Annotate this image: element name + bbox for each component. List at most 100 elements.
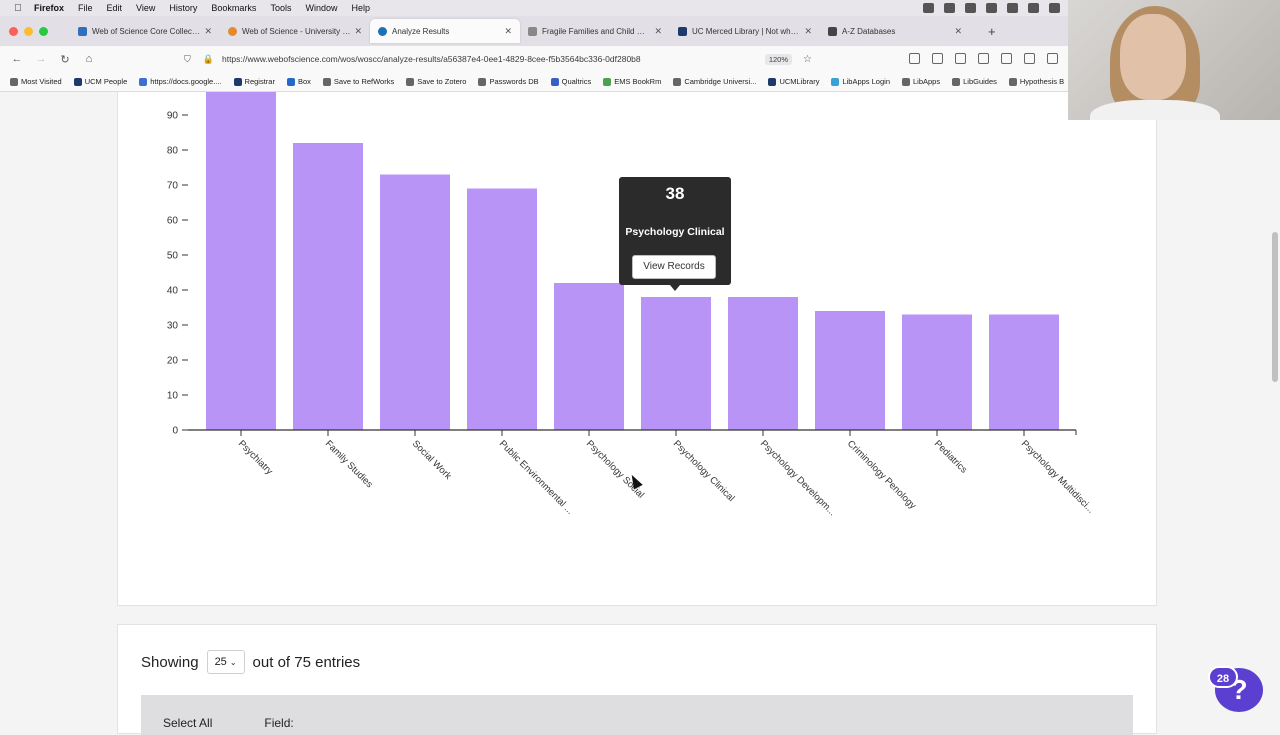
bookmark-star-icon[interactable]: ☆ <box>803 54 812 65</box>
tray-icon[interactable] <box>923 3 934 13</box>
bookmark-favicon-icon <box>673 77 682 86</box>
close-tab-icon[interactable]: ✕ <box>654 26 662 37</box>
page-scrollbar[interactable] <box>1272 232 1278 382</box>
bar-1[interactable] <box>206 92 276 430</box>
bookmark-item[interactable]: Hypothesis B <box>1008 77 1064 86</box>
bookmark-label: Save to Zotero <box>417 77 467 86</box>
view-records-button[interactable]: View Records <box>632 255 716 279</box>
address-bar[interactable]: ⛉ 🔒 https://www.webofscience.com/wos/wos… <box>180 50 820 68</box>
bookmark-item[interactable]: UCMLibrary <box>768 77 819 86</box>
bookmark-item[interactable]: LibGuides <box>952 77 997 86</box>
close-tab-icon[interactable]: ✕ <box>204 26 212 37</box>
bar-10[interactable] <box>989 314 1059 431</box>
sidebar-icon[interactable] <box>955 53 966 64</box>
tab-analyze-results[interactable]: Analyze Results ✕ <box>370 19 520 43</box>
x-tick-label: Pediatrics <box>932 438 969 475</box>
tab-az-databases[interactable]: A-Z Databases ✕ <box>820 19 970 43</box>
close-tab-icon[interactable]: ✕ <box>504 26 512 37</box>
bookmark-label: UCMLibrary <box>779 77 820 86</box>
library-icon[interactable] <box>932 53 943 64</box>
tab-label: Fragile Families and Child Wellbeing <box>542 26 652 36</box>
bookmark-item[interactable]: EMS BookRm <box>603 77 661 86</box>
bar-2[interactable] <box>293 143 363 430</box>
menu-app-name[interactable]: Firefox <box>34 3 64 13</box>
bookmark-favicon-icon <box>952 77 961 86</box>
extension-icon[interactable] <box>1047 53 1058 64</box>
bookmark-item[interactable]: Cambridge Universi... <box>673 77 756 86</box>
battery-icon[interactable] <box>1028 3 1039 13</box>
tray-icon[interactable] <box>1007 3 1018 13</box>
y-tick-label: 10 <box>167 391 179 402</box>
results-table-card: Showing 25 ⌄ out of 75 entries Select Al… <box>117 624 1157 735</box>
home-icon[interactable]: ⌂ <box>77 53 101 65</box>
menu-help[interactable]: Help <box>351 3 370 13</box>
minimize-window-icon[interactable] <box>24 26 33 36</box>
bookmark-item[interactable]: Save to RefWorks <box>322 77 394 86</box>
bookmark-favicon-icon <box>73 77 82 86</box>
bar-7[interactable] <box>728 297 798 430</box>
select-all-checkbox[interactable]: Select All <box>163 716 212 730</box>
favicon-icon <box>528 26 537 36</box>
bookmark-label: Registrar <box>244 77 275 86</box>
page-size-select[interactable]: 25 ⌄ <box>206 650 245 674</box>
bookmark-item[interactable]: Passwords DB <box>478 77 539 86</box>
bookmark-item[interactable]: Qualtrics <box>550 77 592 86</box>
menu-file[interactable]: File <box>78 3 93 13</box>
extension-icon[interactable] <box>1024 53 1035 64</box>
bar-4[interactable] <box>467 188 537 431</box>
tray-icon[interactable] <box>944 3 955 13</box>
lock-icon[interactable]: 🔒 <box>203 54 214 65</box>
apple-icon[interactable]:  <box>12 3 24 14</box>
bookmark-item[interactable]: Registrar <box>233 77 275 86</box>
tray-icon[interactable] <box>965 3 976 13</box>
menu-tools[interactable]: Tools <box>270 3 291 13</box>
menu-history[interactable]: History <box>169 3 197 13</box>
bar-3[interactable] <box>380 174 450 431</box>
reload-icon[interactable]: ↻ <box>53 53 77 66</box>
bookmark-favicon-icon <box>139 77 148 86</box>
menu-edit[interactable]: Edit <box>107 3 123 13</box>
tab-ucm-library[interactable]: UC Merced Library | Not what or who ✕ <box>670 19 820 43</box>
url-text[interactable]: https://www.webofscience.com/wos/woscc/a… <box>222 54 641 64</box>
bookmark-item[interactable]: Box <box>286 77 311 86</box>
new-tab-icon[interactable]: + <box>988 24 996 39</box>
close-tab-icon[interactable]: ✕ <box>804 26 812 37</box>
forward-icon[interactable]: → <box>29 53 53 65</box>
tab-wos-uc[interactable]: Web of Science - University of Californi… <box>220 19 370 43</box>
wifi-icon[interactable] <box>1049 3 1060 13</box>
table-header: Select All Field: <box>141 695 1133 735</box>
bar-8[interactable] <box>815 311 885 430</box>
chevron-down-icon: ⌄ <box>229 657 237 667</box>
shield-icon[interactable]: ⛉ <box>184 54 191 65</box>
bookmark-item[interactable]: LibApps Login <box>831 77 890 86</box>
extension-icon[interactable] <box>1001 53 1012 64</box>
webcam-overlay <box>1068 0 1280 120</box>
bar-5[interactable] <box>554 283 624 430</box>
zoom-window-icon[interactable] <box>39 26 48 36</box>
menu-view[interactable]: View <box>136 3 155 13</box>
y-tick-label: 50 <box>167 251 179 262</box>
bar-9[interactable] <box>902 314 972 431</box>
bookmark-item[interactable]: LibApps <box>902 77 940 86</box>
presenter-shirt <box>1090 100 1220 120</box>
tab-wos-core[interactable]: Web of Science Core Collection ✕ <box>70 19 220 43</box>
bookmark-item[interactable]: https://docs.google.... <box>139 77 222 86</box>
menu-bookmarks[interactable]: Bookmarks <box>211 3 256 13</box>
bookmark-item[interactable]: UCM People <box>73 77 127 86</box>
bookmark-label: Qualtrics <box>561 77 592 86</box>
zoom-level[interactable]: 120% <box>764 53 792 65</box>
close-window-icon[interactable] <box>9 26 18 36</box>
bookmark-favicon-icon <box>1008 77 1017 86</box>
back-icon[interactable]: ← <box>5 53 29 65</box>
close-tab-icon[interactable]: ✕ <box>354 26 362 37</box>
close-tab-icon[interactable]: ✕ <box>954 26 962 37</box>
menu-window[interactable]: Window <box>305 3 337 13</box>
bookmark-item[interactable]: Save to Zotero <box>406 77 466 86</box>
tray-icon[interactable] <box>986 3 997 13</box>
extension-icon[interactable] <box>978 53 989 64</box>
bookmark-item[interactable]: Most Visited <box>10 77 62 86</box>
tab-fragile-families[interactable]: Fragile Families and Child Wellbeing ✕ <box>520 19 670 43</box>
y-tick-label: 20 <box>167 356 179 367</box>
bar-6[interactable] <box>641 297 711 430</box>
pocket-icon[interactable] <box>909 53 920 64</box>
